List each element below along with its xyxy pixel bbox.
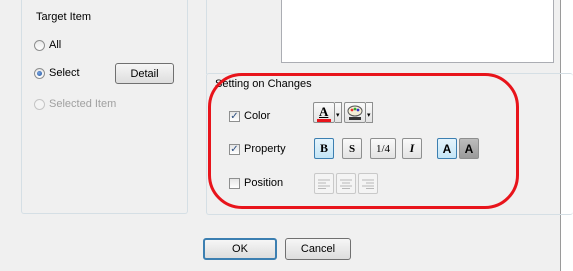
radio-all[interactable]: All <box>34 39 61 51</box>
radio-selected-item-label: Selected Item <box>49 98 117 110</box>
target-item-title: Target Item <box>36 11 92 23</box>
radio-all-button[interactable] <box>34 39 45 51</box>
detail-button[interactable]: Detail <box>115 63 174 84</box>
highlight-annotation <box>208 73 519 209</box>
radio-select-label: Select <box>49 67 80 79</box>
dialog: Target Item All Select Detail Selected I… <box>0 0 573 271</box>
radio-selected-item-button <box>34 98 45 110</box>
text-area[interactable] <box>281 0 554 63</box>
radio-all-label: All <box>49 39 62 51</box>
radio-selected-item: Selected Item <box>34 98 116 110</box>
radio-select-button[interactable] <box>34 67 45 79</box>
cancel-button[interactable]: Cancel <box>285 238 351 260</box>
radio-select[interactable]: Select <box>34 67 80 79</box>
ok-button[interactable]: OK <box>203 238 277 260</box>
